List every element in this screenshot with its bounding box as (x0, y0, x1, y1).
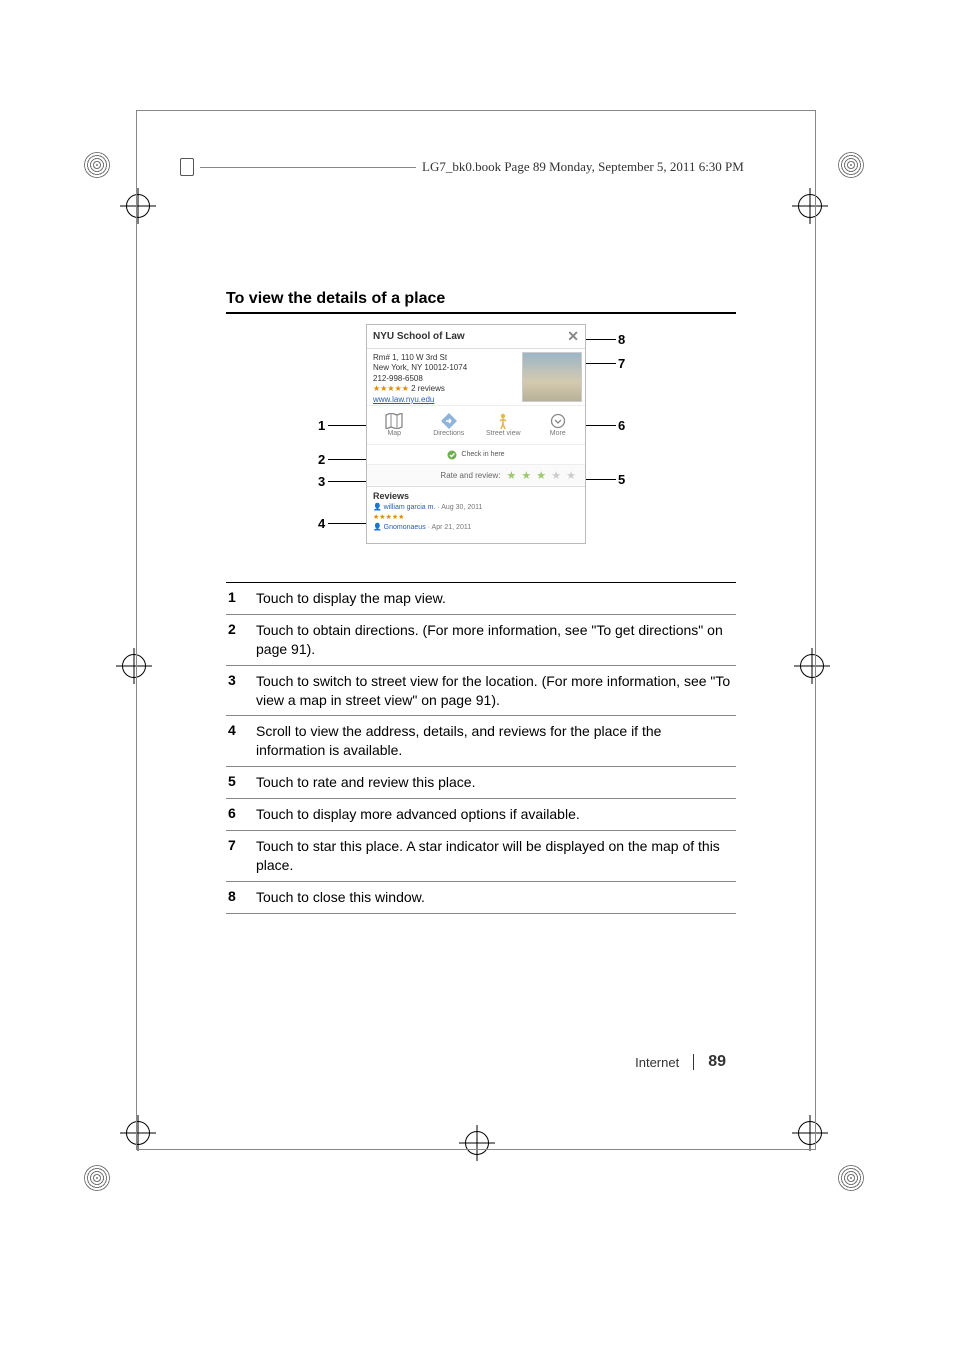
rate-review-row[interactable]: Rate and review: ★ ★ ★ ★ ★ (367, 465, 585, 487)
callout-description-table: 1 Touch to display the map view. 2 Touch… (226, 582, 736, 914)
row-text: Touch to rate and review this place. (256, 773, 734, 792)
row-number: 3 (228, 672, 256, 710)
table-row: 1 Touch to display the map view. (226, 583, 736, 615)
footer-separator (693, 1054, 694, 1070)
reviews-header: Reviews (373, 491, 579, 501)
registration-mark (838, 1165, 864, 1191)
callout-1: 1 (318, 418, 325, 433)
callout-7: 7 (618, 356, 625, 371)
streetview-label: Street view (486, 430, 521, 437)
directions-button[interactable]: Directions (422, 406, 477, 444)
directions-label: Directions (433, 430, 464, 437)
map-label: Map (387, 430, 401, 437)
rate-stars-icon[interactable]: ★ ★ ★ ★ ★ (506, 469, 577, 482)
place-info: Rm# 1, 110 W 3rd St New York, NY 10012-1… (367, 349, 519, 405)
close-icon[interactable]: ✕ (567, 328, 579, 345)
place-details-screenshot: NYU School of Law ✕ Rm# 1, 110 W 3rd St … (366, 324, 586, 544)
review-item: 👤 Gnomonaeus · Apr 21, 2011 (373, 523, 579, 533)
book-icon (180, 158, 194, 176)
streetview-button[interactable]: Street view (476, 406, 531, 444)
row-number: 6 (228, 805, 256, 824)
row-text: Touch to close this window. (256, 888, 734, 907)
checkin-row[interactable]: Check in here (367, 445, 585, 465)
callout-8: 8 (618, 332, 625, 347)
more-button[interactable]: More (531, 406, 586, 444)
row-text: Touch to display more advanced options i… (256, 805, 734, 824)
streetview-icon (497, 413, 509, 429)
review-user: william garcia m. (384, 504, 436, 511)
page-footer: Internet 89 (635, 1053, 726, 1071)
page-number: 89 (708, 1053, 726, 1071)
callout-2: 2 (318, 452, 325, 467)
table-row: 3 Touch to switch to street view for the… (226, 666, 736, 717)
callout-4: 4 (318, 516, 325, 531)
row-number: 4 (228, 722, 256, 760)
callout-line (328, 523, 368, 524)
callout-5: 5 (618, 472, 625, 487)
review-count: 2 reviews (411, 384, 445, 393)
review-item: 👤 william garcia m. · Aug 30, 2011 ★★★★★ (373, 503, 579, 523)
rate-label: Rate and review: (375, 471, 500, 480)
table-row: 8 Touch to close this window. (226, 882, 736, 914)
registration-mark (84, 1165, 110, 1191)
row-number: 8 (228, 888, 256, 907)
table-row: 6 Touch to display more advanced options… (226, 799, 736, 831)
review-date: Apr 21, 2011 (432, 524, 472, 531)
place-photo (522, 352, 582, 402)
table-row: 2 Touch to obtain directions. (For more … (226, 615, 736, 666)
row-text: Touch to obtain directions. (For more in… (256, 621, 734, 659)
row-number: 2 (228, 621, 256, 659)
reviews-section: Reviews 👤 william garcia m. · Aug 30, 20… (367, 487, 585, 536)
row-text: Touch to display the map view. (256, 589, 734, 608)
review-date: Aug 30, 2011 (441, 504, 482, 511)
place-url[interactable]: www.law.nyu.edu (373, 395, 513, 405)
footer-section: Internet (635, 1055, 679, 1070)
callout-3: 3 (318, 474, 325, 489)
running-header: LG7_bk0.book Page 89 Monday, September 5… (180, 158, 744, 176)
map-icon (385, 413, 403, 429)
directions-icon (441, 413, 457, 429)
phone-number: 212-998-6508 (373, 374, 513, 384)
review-user: Gnomonaeus (384, 524, 426, 531)
row-number: 7 (228, 837, 256, 875)
checkin-icon (447, 450, 457, 460)
map-button[interactable]: Map (367, 406, 422, 444)
address-line: Rm# 1, 110 W 3rd St (373, 353, 513, 363)
row-text: Scroll to view the address, details, and… (256, 722, 734, 760)
callout-6: 6 (618, 418, 625, 433)
checkin-label: Check in here (461, 451, 504, 458)
row-number: 1 (228, 589, 256, 608)
section-title: To view the details of a place (226, 290, 736, 314)
address-line: New York, NY 10012-1074 (373, 363, 513, 373)
row-number: 5 (228, 773, 256, 792)
more-icon (550, 413, 566, 429)
star-rating-icon: ★★★★★ (373, 384, 409, 393)
table-row: 4 Scroll to view the address, details, a… (226, 716, 736, 767)
row-text: Touch to star this place. A star indicat… (256, 837, 734, 875)
row-text: Touch to switch to street view for the l… (256, 672, 734, 710)
table-row: 7 Touch to star this place. A star indic… (226, 831, 736, 882)
place-title: NYU School of Law (373, 331, 465, 342)
registration-mark (84, 152, 110, 178)
registration-mark (838, 152, 864, 178)
review-stars-icon: ★★★★★ (373, 514, 404, 521)
more-label: More (550, 430, 566, 437)
place-details-figure: 1 2 3 4 8 7 6 5 NYU School of Law ✕ Rm# … (226, 324, 736, 554)
table-row: 5 Touch to rate and review this place. (226, 767, 736, 799)
running-header-text: LG7_bk0.book Page 89 Monday, September 5… (422, 159, 744, 175)
